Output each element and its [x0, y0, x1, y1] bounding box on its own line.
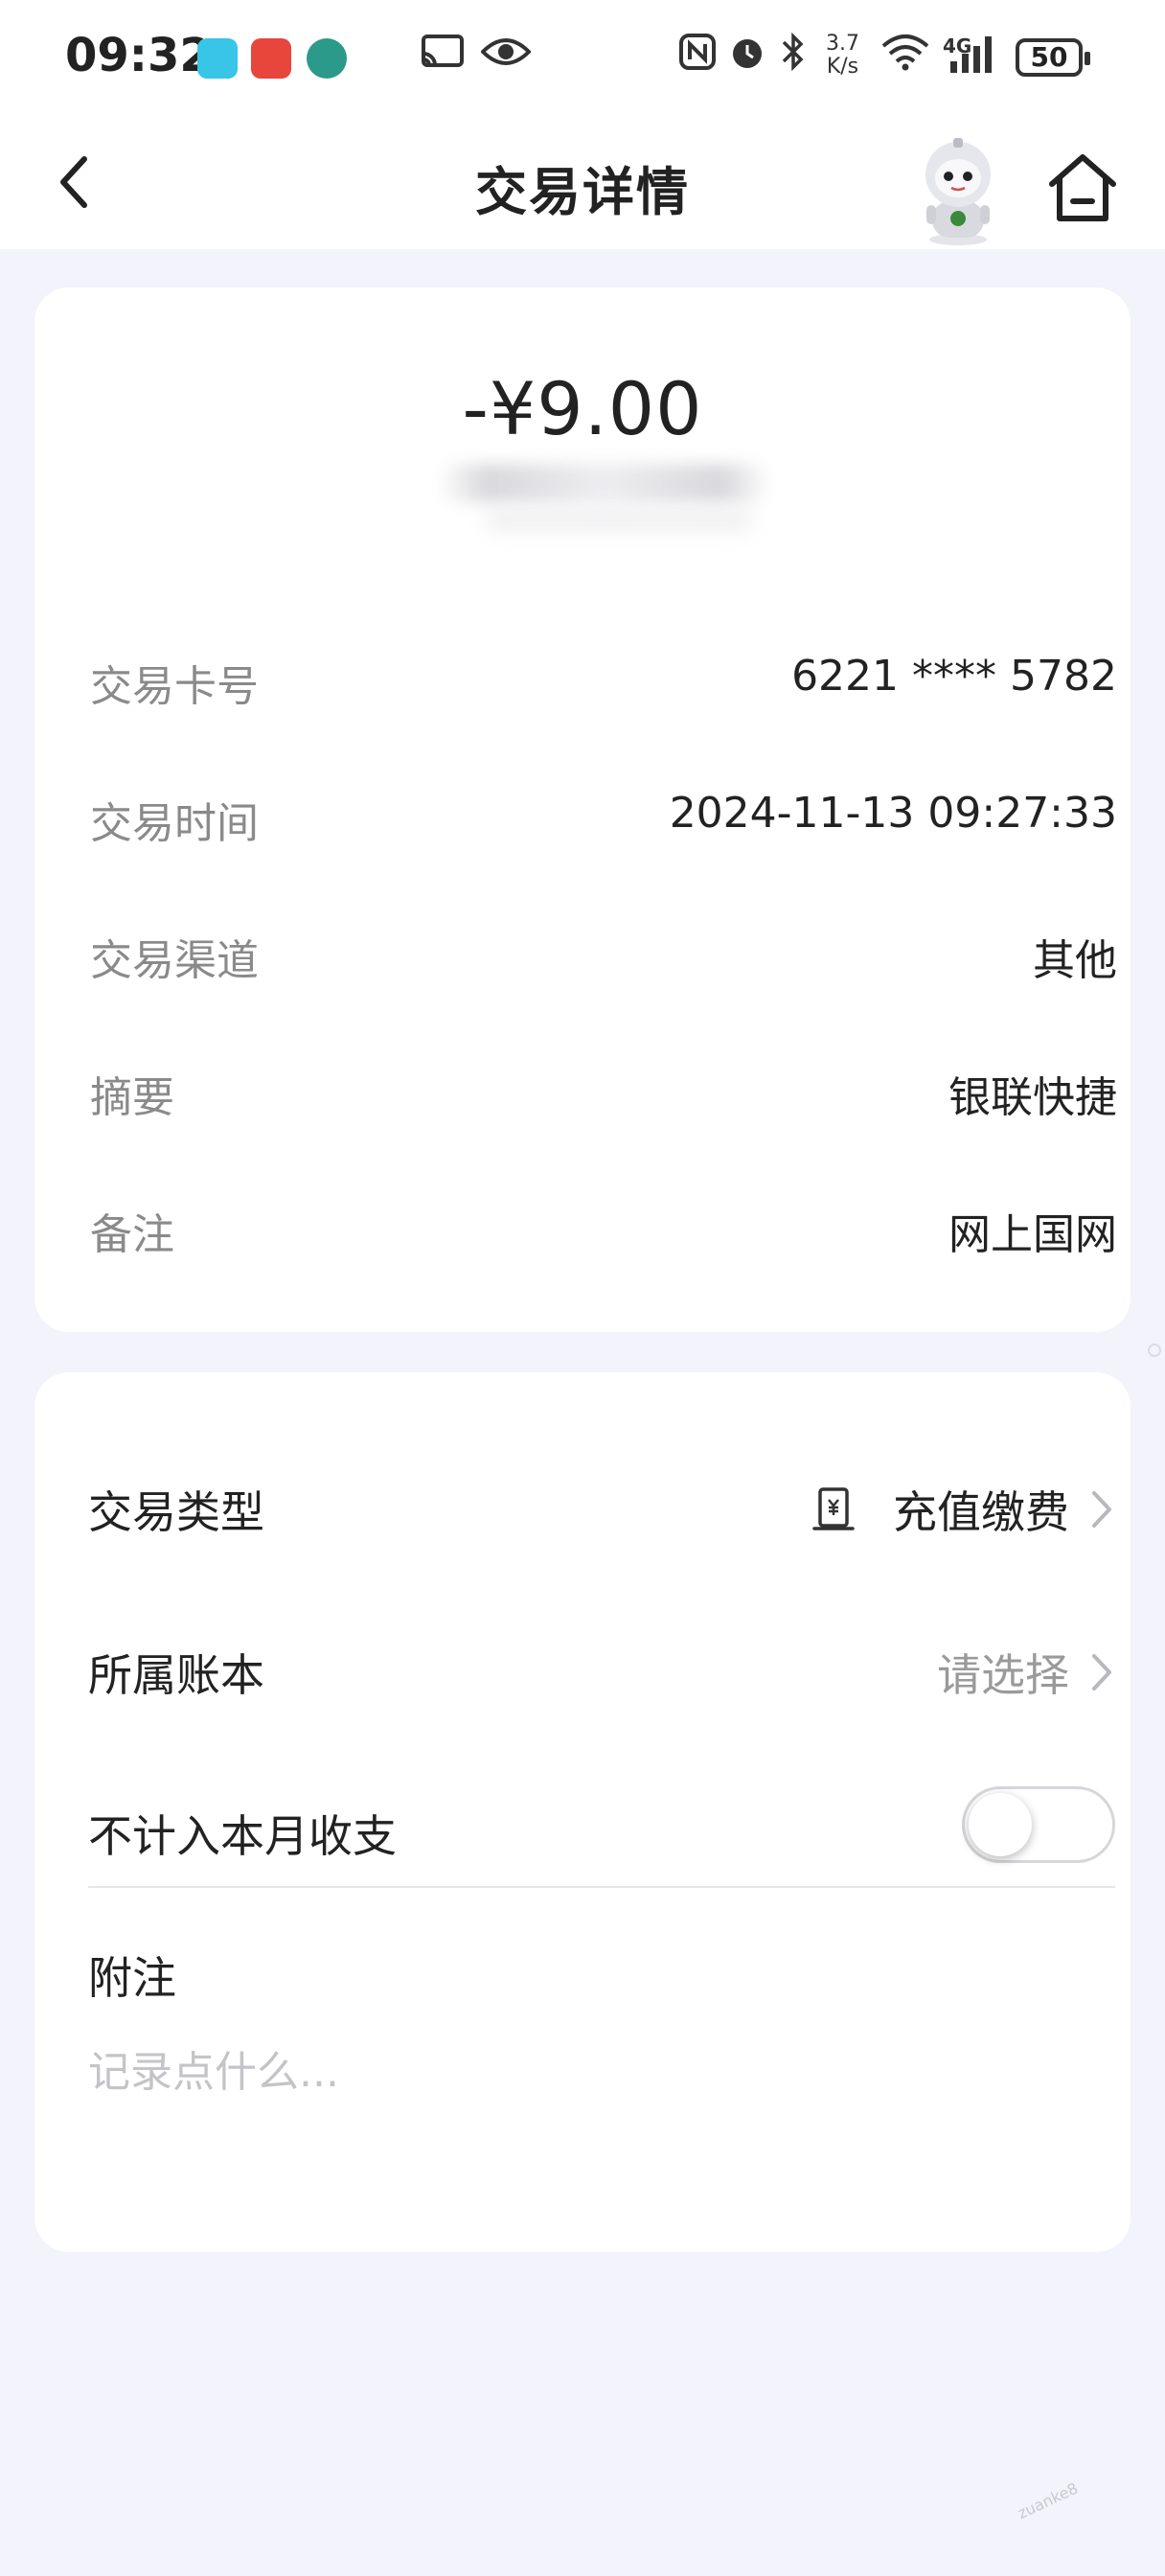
detail-label: 交易渠道 [90, 936, 259, 985]
note-label: 附注 [88, 1952, 176, 2004]
app-icon-3 [307, 38, 347, 79]
transaction-type-value: 充值缴费 [893, 1486, 1069, 1538]
detail-label: 交易时间 [90, 799, 259, 848]
watermark: zuanke8 [1015, 2478, 1082, 2523]
app-icon-2 [251, 38, 291, 79]
redacted-merchant-shadow [485, 510, 753, 531]
status-time: 09:32 [65, 29, 212, 82]
detail-value: 2024-11-13 09:27:33 [669, 789, 1117, 838]
detail-row-remark: 备注 网上国网 [90, 1188, 1117, 1265]
transaction-type-label: 交易类型 [88, 1486, 264, 1538]
alarm-icon [733, 39, 762, 68]
signal-icon [950, 36, 992, 73]
chevron-right-icon [1092, 1491, 1111, 1528]
network-speed: 3.7 K/s [826, 32, 859, 79]
detail-label: 交易卡号 [90, 662, 259, 711]
exclude-from-monthly-toggle[interactable] [962, 1786, 1115, 1863]
eye-icon [481, 38, 531, 65]
exclude-from-monthly-row: 不计入本月收支 [88, 1782, 1115, 1878]
detail-row-card-number: 交易卡号 6221 **** 5782 [90, 640, 1117, 717]
detail-value: 其他 [1033, 936, 1117, 985]
ledger-value: 请选择 [937, 1649, 1069, 1701]
detail-label: 摘要 [90, 1073, 174, 1122]
detail-row-summary: 摘要 银联快捷 [90, 1051, 1117, 1128]
app-icon-1 [197, 38, 238, 79]
transaction-summary-card: -¥9.00 交易卡号 6221 **** 5782 交易时间 2024-11-… [34, 288, 1131, 1332]
ledger-label: 所属账本 [88, 1649, 264, 1701]
detail-row-channel: 交易渠道 其他 [90, 914, 1117, 991]
status-bar: 09:32 3.7 K/s 4G 50 [0, 0, 1165, 115]
receipt-icon [812, 1487, 855, 1530]
battery-indicator: 50 [1016, 38, 1090, 77]
detail-value: 银联快捷 [948, 1073, 1117, 1122]
detail-label: 备注 [90, 1210, 174, 1259]
ledger-row[interactable]: 所属账本 请选择 [88, 1622, 1115, 1717]
transaction-settings-card: 交易类型 充值缴费 所属账本 请选择 不计入本月收支 附注 [34, 1372, 1131, 2252]
nfc-icon [679, 34, 716, 70]
transaction-type-row[interactable]: 交易类型 充值缴费 [88, 1459, 1115, 1554]
nav-bar: 交易详情 [0, 115, 1165, 249]
detail-value: 网上国网 [948, 1210, 1117, 1259]
toggle-knob [969, 1793, 1032, 1856]
robot-assistant-icon[interactable] [905, 134, 1011, 249]
detail-row-time: 交易时间 2024-11-13 09:27:33 [90, 777, 1117, 854]
transaction-amount: -¥9.00 [462, 366, 703, 451]
divider [88, 1886, 1115, 1888]
scroll-indicator [1148, 1344, 1161, 1357]
redacted-merchant [437, 464, 772, 502]
detail-value: 6221 **** 5782 [791, 652, 1117, 701]
note-input[interactable] [88, 2034, 1046, 2110]
cast-icon [422, 34, 464, 67]
exclude-from-monthly-label: 不计入本月收支 [88, 1810, 397, 1862]
chevron-right-icon [1092, 1654, 1111, 1690]
home-icon[interactable] [1044, 151, 1121, 224]
wifi-icon [881, 34, 929, 71]
bluetooth-icon [782, 33, 804, 71]
